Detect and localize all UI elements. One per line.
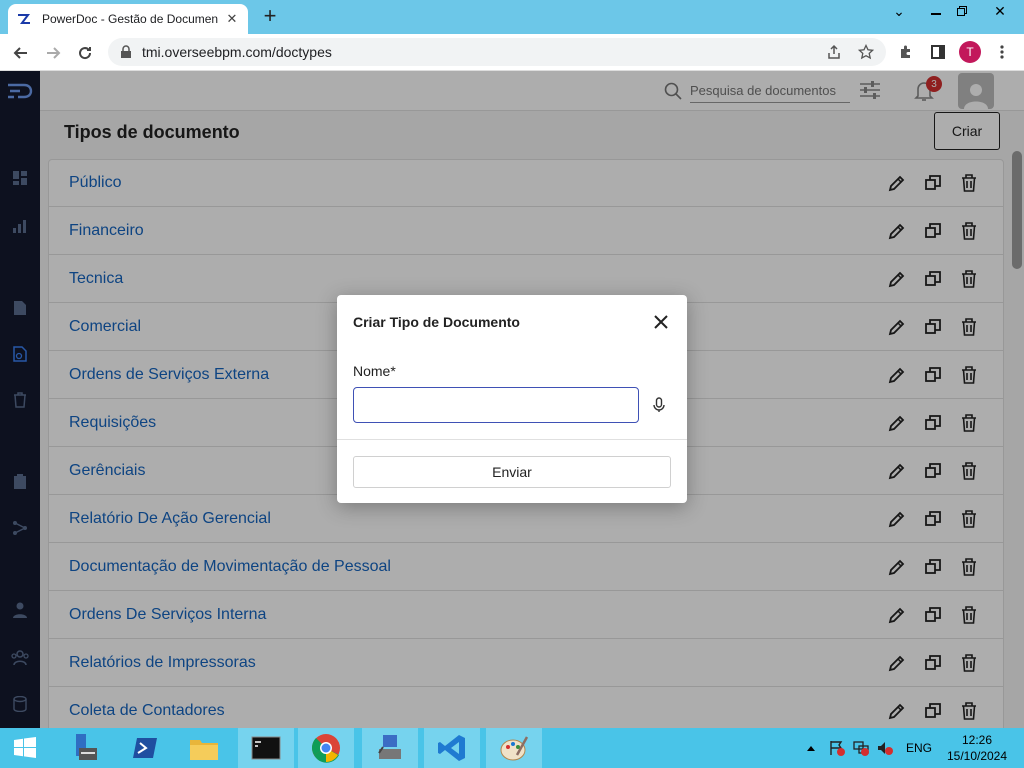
forward-arrow-icon[interactable]	[40, 40, 66, 66]
url-text: tmi.overseebpm.com/doctypes	[142, 44, 332, 60]
chrome-icon[interactable]	[298, 728, 354, 768]
dialog-title: Criar Tipo de Documento	[353, 314, 520, 330]
modal-backdrop-sidebar[interactable]	[0, 71, 40, 728]
address-bar: tmi.overseebpm.com/doctypes	[0, 34, 1024, 71]
share-icon[interactable]	[824, 42, 844, 62]
action-center-flag-icon[interactable]	[828, 728, 846, 768]
powerdoc-favicon-icon	[16, 11, 32, 27]
back-arrow-icon[interactable]	[8, 40, 34, 66]
remote-desktop-icon[interactable]	[362, 728, 418, 768]
side-panel-icon[interactable]	[928, 42, 948, 62]
server-manager-icon[interactable]	[55, 728, 111, 768]
browser-tab[interactable]: PowerDoc - Gestão de Documen ✕	[8, 4, 248, 34]
restore-button[interactable]	[946, 0, 978, 22]
name-field-label: Nome*	[353, 363, 396, 379]
close-window-button[interactable]: ✕	[984, 0, 1016, 22]
command-prompt-icon[interactable]	[238, 728, 294, 768]
vscode-icon[interactable]	[424, 728, 480, 768]
tab-close-icon[interactable]: ✕	[224, 11, 240, 27]
close-icon[interactable]	[651, 312, 671, 332]
network-icon[interactable]	[852, 728, 870, 768]
url-field[interactable]: tmi.overseebpm.com/doctypes	[108, 38, 886, 66]
paint-icon[interactable]	[486, 728, 542, 768]
browser-tab-bar: PowerDoc - Gestão de Documen ✕ + ⌄ ✕	[0, 0, 1024, 34]
windows-taskbar: ENG 12:26 15/10/2024	[0, 728, 1024, 768]
reload-icon[interactable]	[72, 40, 98, 66]
browser-menu-icon[interactable]	[992, 42, 1012, 62]
bookmark-star-icon[interactable]	[856, 42, 876, 62]
show-hidden-icons[interactable]	[806, 728, 816, 768]
name-field[interactable]	[353, 387, 639, 423]
language-indicator[interactable]: ENG	[906, 728, 932, 768]
windows-start-icon[interactable]	[0, 728, 50, 768]
profile-avatar[interactable]: T	[959, 41, 981, 63]
new-tab-button[interactable]: +	[258, 5, 282, 28]
powershell-icon[interactable]	[117, 728, 173, 768]
volume-muted-icon[interactable]	[876, 728, 894, 768]
tab-search-icon[interactable]: ⌄	[883, 0, 915, 22]
file-explorer-icon[interactable]	[176, 728, 232, 768]
create-doctype-dialog: Criar Tipo de Documento Nome* Enviar	[337, 295, 687, 503]
clock-time: 12:26	[961, 733, 993, 747]
dialog-divider	[337, 439, 687, 440]
clock-date: 15/10/2024	[946, 749, 1008, 763]
system-clock[interactable]: 12:26 15/10/2024	[944, 732, 1010, 764]
microphone-icon[interactable]	[651, 396, 667, 414]
extensions-icon[interactable]	[896, 42, 916, 62]
submit-button[interactable]: Enviar	[353, 456, 671, 488]
tab-title: PowerDoc - Gestão de Documen	[42, 12, 219, 26]
lock-icon	[120, 45, 134, 59]
